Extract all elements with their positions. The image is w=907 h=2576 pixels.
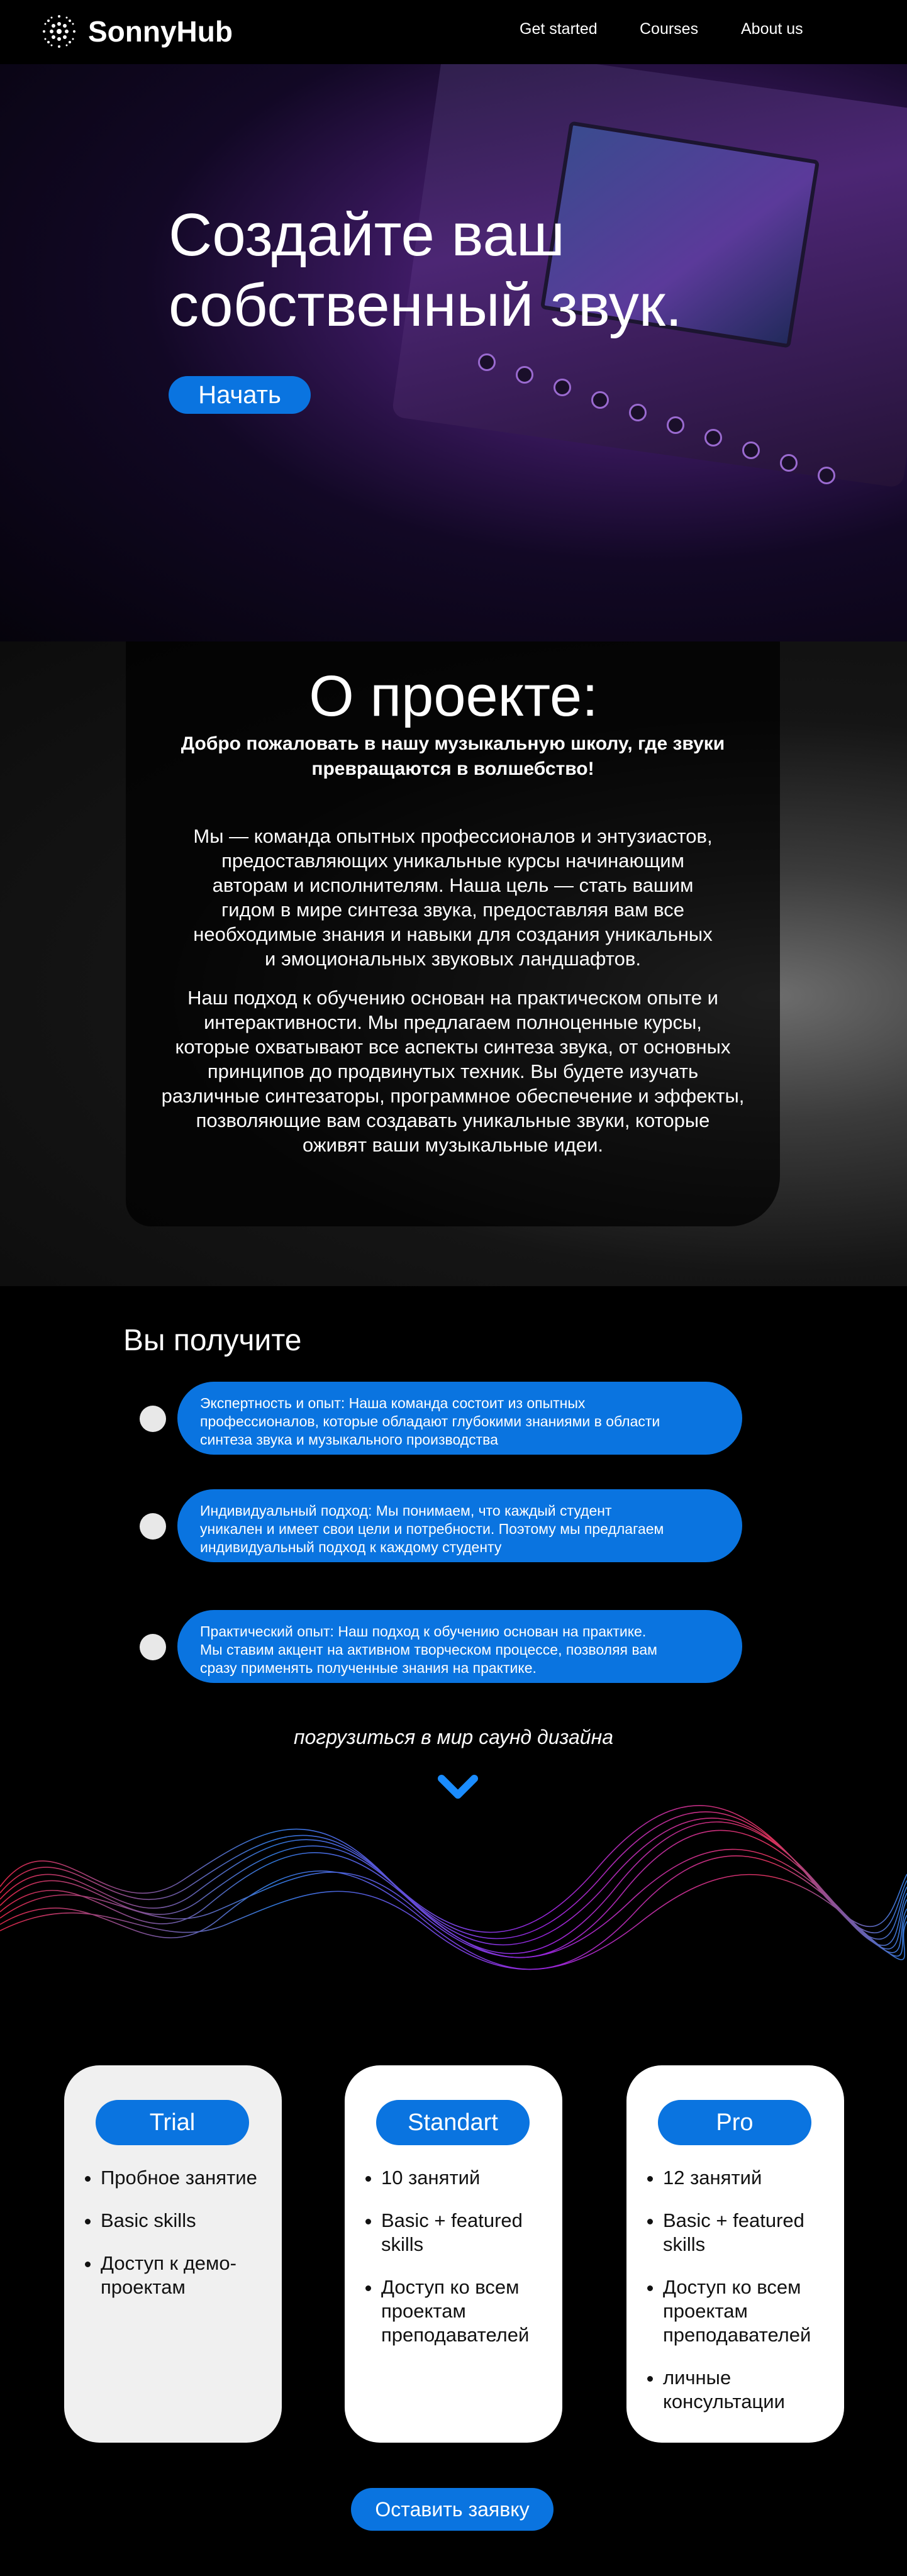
site-header: SonnyHub Get started Courses About us	[0, 0, 907, 64]
plan-features-list: Пробное занятие Basic skills Доступ к де…	[82, 2166, 289, 2318]
feature-text-line: Практический опыт: Наш подход к обучению…	[200, 1623, 647, 1640]
plan-feature: Доступ ко всем проектам преподавателей	[381, 2275, 570, 2347]
logo-text: SonnyHub	[88, 15, 233, 48]
nav-courses[interactable]: Courses	[640, 20, 698, 38]
mixer-knob	[704, 429, 722, 447]
feature-pill-individual: Индивидуальный подход: Мы понимаем, что …	[177, 1489, 742, 1562]
feature-bullet	[140, 1634, 166, 1660]
hero-title: Создайте ваш собственный звук.	[169, 200, 682, 341]
about-subtitle-line: превращаются в волшебство!	[311, 758, 594, 779]
about-text-line: которые охватывают все аспекты синтеза з…	[175, 1036, 731, 1058]
mixer-knob	[554, 379, 571, 396]
plan-feature: Пробное занятие	[101, 2166, 289, 2190]
about-text-line: гидом в мире синтеза звука, предоставляя…	[221, 899, 684, 921]
plan-feature: 10 занятий	[381, 2166, 570, 2190]
feature-text-line: сразу применять полученные знания на пра…	[200, 1660, 537, 1676]
about-text-line: различные синтезаторы, программное обесп…	[161, 1085, 745, 1107]
plan-features-list: 10 занятий Basic + featured skills Досту…	[362, 2166, 570, 2366]
hero-section	[0, 64, 907, 641]
nav-about-us[interactable]: About us	[741, 20, 803, 38]
feature-text-line: уникален и имеет свои цели и потребности…	[200, 1521, 664, 1537]
start-button[interactable]: Начать	[169, 376, 311, 414]
logo[interactable]: SonnyHub	[38, 10, 233, 53]
about-text-line: Наш подход к обучению основан на практич…	[187, 987, 718, 1009]
plan-standart-button[interactable]: Standart	[376, 2100, 530, 2145]
mixer-knob	[818, 467, 835, 484]
about-text-line: интерактивности. Мы предлагаем полноценн…	[204, 1011, 702, 1033]
logo-dots-icon	[43, 15, 75, 48]
about-subtitle-line: Добро пожаловать в нашу музыкальную школ…	[181, 733, 725, 754]
mixer-knob	[591, 391, 609, 409]
plan-trial-button[interactable]: Trial	[96, 2100, 249, 2145]
about-text-line: и эмоциональных звуковых ландшафтов.	[265, 948, 641, 970]
mixer-knob	[667, 416, 684, 434]
plan-feature: Basic + featured skills	[663, 2209, 852, 2257]
hero-title-line: собственный звук.	[169, 272, 682, 339]
hero-title-line: Создайте ваш	[169, 201, 565, 269]
plan-feature: личные консультации	[663, 2366, 852, 2414]
cta-text: погрузиться в мир саунд дизайна	[294, 1726, 613, 1748]
about-text-line: принципов до продвинутых техник. Вы буде…	[207, 1060, 699, 1082]
mixer-knob	[516, 366, 533, 384]
about-text-line: позволяющие вам создавать уникальные зву…	[196, 1109, 710, 1131]
feature-pill-practice: Практический опыт: Наш подход к обучению…	[177, 1610, 742, 1683]
about-text-line: необходимые знания и навыки для создания…	[193, 923, 713, 945]
mixer-knob	[478, 353, 496, 371]
pricing-card-trial: Trial Пробное занятие Basic skills Досту…	[64, 2065, 282, 2443]
about-text-line: Мы — команда опытных профессионалов и эн…	[193, 825, 713, 847]
about-subtitle: Добро пожаловать в нашу музыкальную школ…	[145, 731, 761, 782]
about-title: О проекте:	[309, 664, 598, 728]
feature-text-line: профессионалов, которые обладают глубоки…	[200, 1413, 660, 1430]
feature-text-line: индивидуальный подход к каждому студенту	[200, 1539, 502, 1555]
mixer-knob	[780, 454, 798, 472]
features-title: Вы получите	[123, 1324, 302, 1357]
feature-text-line: Экспертность и опыт: Наша команда состои…	[200, 1395, 586, 1411]
feature-bullet	[140, 1406, 166, 1432]
about-paragraph-1: Мы — команда опытных профессионалов и эн…	[145, 824, 761, 971]
feature-bullet	[140, 1513, 166, 1540]
about-text-line: авторам и исполнителям. Наша цель — стат…	[212, 874, 694, 896]
about-text-line: предоставляющих уникальные курсы начинаю…	[221, 850, 684, 872]
plan-features-list: 12 занятий Basic + featured skills Досту…	[644, 2166, 852, 2433]
feature-pill-expertise: Экспертность и опыт: Наша команда состои…	[177, 1382, 742, 1455]
feature-text-line: Мы ставим акцент на активном творческом …	[200, 1641, 657, 1658]
mixer-knob	[742, 441, 760, 459]
plan-feature: 12 занятий	[663, 2166, 852, 2190]
plan-feature: Доступ к демо-проектам	[101, 2251, 289, 2299]
plan-feature: Доступ ко всем проектам преподавателей	[663, 2275, 852, 2347]
about-text-line: оживят ваши музыкальные идеи.	[302, 1134, 604, 1156]
feature-text-line: Индивидуальный подход: Мы понимаем, что …	[200, 1502, 612, 1519]
plan-feature: Basic + featured skills	[381, 2209, 570, 2257]
sound-wave-image	[0, 1805, 907, 1970]
about-paragraph-2: Наш подход к обучению основан на практич…	[145, 985, 761, 1157]
pricing-card-pro: Pro 12 занятий Basic + featured skills Д…	[626, 2065, 844, 2443]
mixer-knob	[629, 404, 647, 421]
nav-get-started[interactable]: Get started	[520, 20, 598, 38]
plan-pro-button[interactable]: Pro	[658, 2100, 811, 2145]
pricing-card-standart: Standart 10 занятий Basic + featured ski…	[345, 2065, 562, 2443]
feature-text-line: синтеза звука и музыкального производств…	[200, 1431, 498, 1448]
plan-feature: Basic skills	[101, 2209, 289, 2233]
apply-button[interactable]: Оставить заявку	[351, 2488, 554, 2531]
